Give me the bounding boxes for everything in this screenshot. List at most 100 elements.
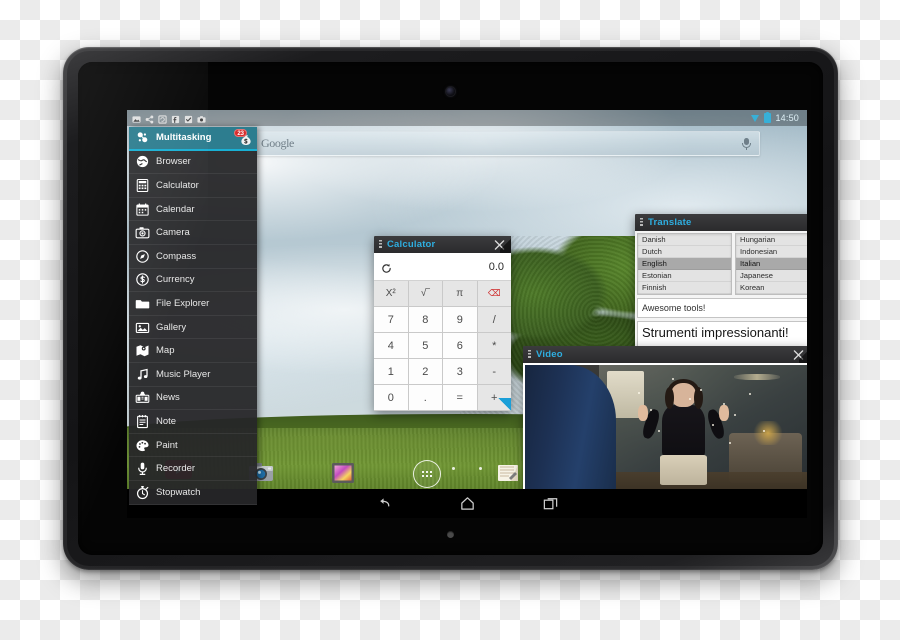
translate-title-bar[interactable]: Translate: [635, 214, 807, 231]
source-language-option[interactable]: Estonian: [638, 270, 731, 282]
sidebar-item-calendar[interactable]: Calendar: [129, 198, 257, 222]
camera-icon[interactable]: [197, 115, 206, 124]
video-title-bar[interactable]: Video: [523, 346, 807, 363]
drag-grip-icon[interactable]: [528, 350, 531, 359]
image-icon[interactable]: [132, 115, 141, 124]
calculator-key-1[interactable]: 1: [374, 359, 408, 384]
app-drawer-icon[interactable]: [412, 460, 441, 488]
compass-icon: [132, 245, 152, 268]
calculator-key-5[interactable]: 5: [408, 333, 442, 358]
facebook-icon[interactable]: [171, 115, 180, 124]
google-search-widget[interactable]: Google: [254, 131, 760, 156]
sidebar-item-label: File Explorer: [156, 297, 210, 309]
resize-handle[interactable]: [498, 398, 511, 411]
sidebar-item-camera[interactable]: Camera: [129, 221, 257, 245]
calculator-key-backspace[interactable]: ⌫: [477, 281, 511, 306]
sidebar-item-label: Calendar: [156, 203, 195, 215]
source-language-option[interactable]: Dutch: [638, 246, 731, 258]
target-language-option[interactable]: Italian: [736, 258, 807, 270]
sidebar-item-news[interactable]: News: [129, 387, 257, 411]
source-language-list[interactable]: Danish Dutch English Estonian Finnish: [637, 233, 732, 295]
calculator-key-sym[interactable]: /: [477, 307, 511, 332]
target-language-list[interactable]: Hungarian Indonesian Italian Japanese Korean: [735, 233, 807, 295]
sidebar-item-label: Music Player: [156, 368, 211, 380]
sidebar-item-compass[interactable]: Compass: [129, 245, 257, 269]
home-button[interactable]: [459, 495, 476, 512]
currency-icon: [132, 269, 152, 292]
palette-icon: [132, 434, 152, 457]
calculator-key-sym[interactable]: π: [443, 281, 477, 306]
source-language-option[interactable]: English: [638, 258, 731, 270]
sidebar-item-currency[interactable]: Currency: [129, 269, 257, 293]
sidebar-item-label: Map: [156, 345, 175, 357]
calculator-key-6[interactable]: 6: [443, 333, 477, 358]
sidebar-item-stopwatch[interactable]: Stopwatch: [129, 481, 257, 505]
sidebar-item-multitasking[interactable]: Multitasking 23: [129, 127, 257, 151]
tablet-inner-frame: 14:50 Google Calculator 0.0 X² √‾ π ⌫ 7 …: [67, 51, 834, 566]
translate-input-row[interactable]: Awesome tools!: [637, 298, 807, 318]
calculator-key-2[interactable]: 2: [408, 359, 442, 384]
stopwatch-icon: [132, 481, 152, 504]
translate-body: Danish Dutch English Estonian Finnish Hungar…: [635, 231, 807, 357]
microphone-icon: [132, 457, 152, 480]
tablet-bezel: 14:50 Google Calculator 0.0 X² √‾ π ⌫ 7 …: [78, 62, 823, 555]
multitasking-toolbar[interactable]: [129, 112, 209, 126]
calculator-key-8[interactable]: 8: [408, 307, 442, 332]
sidebar-item-music-player[interactable]: Music Player: [129, 363, 257, 387]
recents-button[interactable]: [542, 495, 559, 512]
sidebar-item-label: News: [156, 392, 180, 404]
sidebar-item-label: Note: [156, 415, 177, 427]
sidebar-item-recorder[interactable]: Recorder: [129, 457, 257, 481]
target-language-option[interactable]: Japanese: [736, 270, 807, 282]
microphone-icon[interactable]: [742, 137, 751, 150]
sidebar-item-map[interactable]: Map: [129, 339, 257, 363]
calculator-title-bar[interactable]: Calculator: [374, 236, 511, 253]
battery-icon: [764, 112, 772, 123]
calculator-key-X[interactable]: X²: [374, 281, 408, 306]
drag-grip-icon[interactable]: [640, 218, 643, 227]
sidebar-item-browser[interactable]: Browser: [129, 151, 257, 175]
sidebar-item-paint[interactable]: Paint: [129, 434, 257, 458]
tablet-screen: 14:50 Google Calculator 0.0 X² √‾ π ⌫ 7 …: [127, 110, 807, 518]
refresh-window-icon[interactable]: [158, 114, 167, 124]
gallery-icon[interactable]: [330, 460, 356, 486]
source-language-option[interactable]: Finnish: [638, 282, 731, 294]
calculator-key-3[interactable]: 3: [443, 359, 477, 384]
share-icon[interactable]: [145, 115, 154, 124]
target-language-option[interactable]: Korean: [736, 282, 807, 294]
tablet-device: 14:50 Google Calculator 0.0 X² √‾ π ⌫ 7 …: [63, 47, 838, 570]
sidebar-item-note[interactable]: Note: [129, 410, 257, 434]
sidebar-item-label: Stopwatch: [156, 486, 201, 498]
translate-window[interactable]: Translate Danish Dutch English Estonian Finn…: [635, 214, 807, 357]
calculator-key-sym[interactable]: .: [408, 385, 442, 410]
drag-grip-icon[interactable]: [379, 240, 382, 249]
multitasking-sidebar[interactable]: Multitasking 23 Browser Calculator Calendar C…: [129, 127, 257, 505]
calculator-key-sym[interactable]: -: [477, 359, 511, 384]
calculator-window[interactable]: Calculator 0.0 X² √‾ π ⌫ 7 8 9 / 4 5 6 *…: [374, 236, 511, 411]
back-button[interactable]: [376, 495, 393, 512]
sidebar-item-file-explorer[interactable]: File Explorer: [129, 292, 257, 316]
sidebar-item-label: Currency: [156, 274, 195, 286]
wifi-icon: [751, 114, 760, 122]
refresh-icon[interactable]: [381, 261, 392, 273]
calculator-key-sym[interactable]: =: [443, 385, 477, 410]
calculator-key-4[interactable]: 4: [374, 333, 408, 358]
calculator-key-0[interactable]: 0: [374, 385, 408, 410]
camera-icon: [132, 221, 152, 244]
calculator-key-sym[interactable]: *: [477, 333, 511, 358]
checkbox-icon[interactable]: [184, 115, 193, 124]
google-logo-text: Google: [261, 136, 294, 150]
calculator-key-9[interactable]: 9: [443, 307, 477, 332]
sidebar-item-calculator[interactable]: Calculator: [129, 174, 257, 198]
source-language-option[interactable]: Danish: [638, 234, 731, 246]
calculator-key-sym[interactable]: √‾: [408, 281, 442, 306]
translate-input-field[interactable]: Awesome tools!: [638, 303, 807, 313]
calculator-key-7[interactable]: 7: [374, 307, 408, 332]
note-icon: [132, 410, 152, 433]
sidebar-item-label: Browser: [156, 156, 191, 168]
target-language-option[interactable]: Hungarian: [736, 234, 807, 246]
notes-icon[interactable]: [495, 460, 521, 486]
sidebar-item-gallery[interactable]: Gallery: [129, 316, 257, 340]
calculator-keypad[interactable]: X² √‾ π ⌫ 7 8 9/4 5 6 * 1 2 3-0. = +: [374, 281, 511, 411]
target-language-option[interactable]: Indonesian: [736, 246, 807, 258]
